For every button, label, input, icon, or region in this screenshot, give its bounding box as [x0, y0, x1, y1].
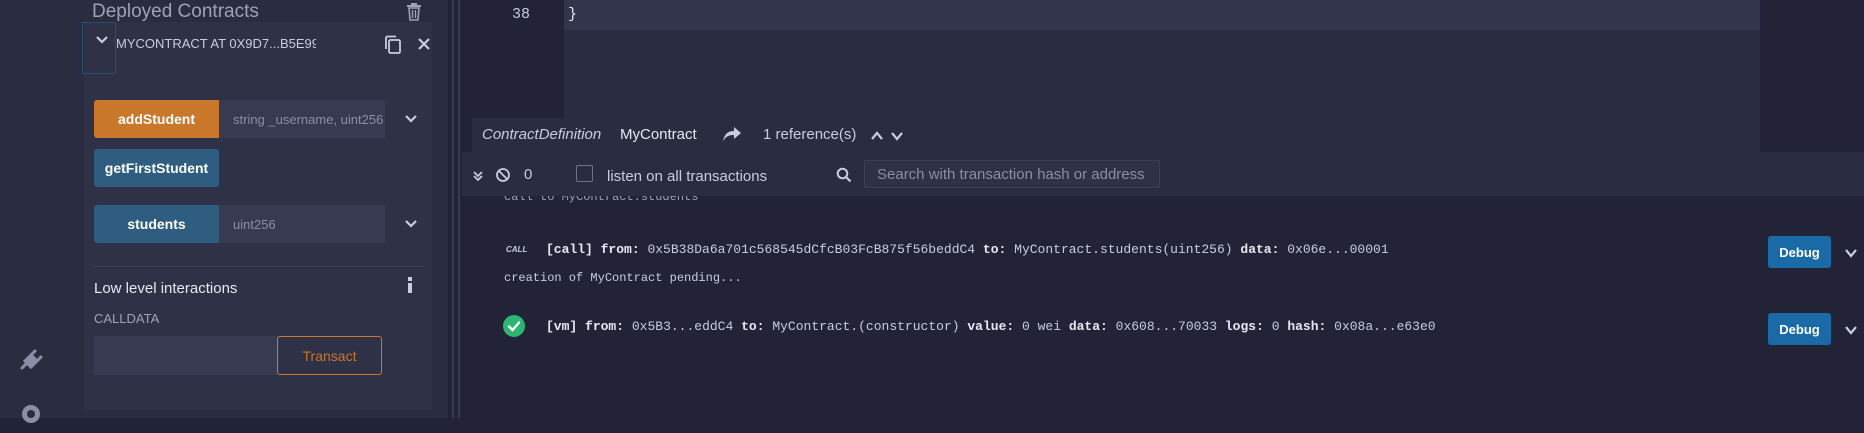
vm-value: 0 wei — [1021, 319, 1061, 334]
breadcrumb-name: MyContract — [620, 126, 697, 143]
call-from-label: from: — [600, 242, 640, 257]
settings-gear-icon[interactable] — [17, 400, 45, 428]
transaction-search-input[interactable]: Search with transaction hash or address — [864, 160, 1160, 188]
code-line-text: } — [568, 6, 578, 23]
expand-add-student-chevron-icon[interactable] — [404, 112, 418, 126]
vm-log-entry[interactable]: [vm] from: 0x5B3...eddC4 to: MyContract.… — [546, 319, 1436, 334]
calldata-input[interactable] — [94, 336, 279, 375]
divider — [94, 266, 424, 267]
creation-pending-text: creation of MyContract pending... — [504, 271, 742, 285]
terminal-panel: 0 listen on all transactions Search with… — [462, 152, 1864, 418]
vm-from-label: from: — [585, 319, 625, 334]
get-first-student-button[interactable]: getFirstStudent — [94, 149, 219, 187]
call-expand-chevron-icon[interactable] — [1844, 246, 1858, 258]
contract-instance-card: MYCONTRACT AT 0X9D7...B5E99 (ME addStude… — [82, 22, 432, 410]
call-log-entry[interactable]: [call] from: 0x5B38Da6a701c568545dCfcB03… — [546, 242, 1389, 257]
students-button[interactable]: students — [94, 205, 219, 243]
vm-logs-label: logs: — [1224, 319, 1264, 334]
previous-reference-chevron-up-icon[interactable] — [870, 129, 884, 141]
line-number: 38 — [512, 6, 531, 23]
vm-kind: [vm] — [546, 319, 578, 334]
collapse-instance-chevron-icon[interactable] — [94, 32, 110, 48]
success-check-icon — [503, 315, 525, 337]
call-from-address: 0x5B38Da6a701c568545dCfcB03FcB875f56bedd… — [647, 242, 976, 257]
call-data-value: 0x06e...00001 — [1287, 242, 1389, 257]
vm-hash-value: 0x08a...e63e0 — [1334, 319, 1436, 334]
add-student-button[interactable]: addStudent — [94, 100, 219, 138]
vm-from-address: 0x5B3...eddC4 — [631, 319, 734, 334]
vm-expand-chevron-icon[interactable] — [1844, 323, 1858, 335]
listen-all-label: listen on all transactions — [607, 168, 768, 185]
clear-console-ban-icon[interactable] — [495, 167, 511, 183]
copy-address-icon[interactable] — [384, 35, 402, 55]
deploy-run-panel: Deployed Contracts MYCONTRACT AT 0X9D7..… — [62, 0, 448, 418]
call-data-label: data: — [1240, 242, 1280, 257]
pending-transactions-count: 0 — [524, 166, 533, 183]
call-tag: CALL — [506, 245, 528, 254]
info-icon[interactable] — [404, 276, 416, 294]
vm-to-target: MyContract.(constructor) — [772, 319, 960, 334]
references-count[interactable]: 1 reference(s) — [763, 126, 856, 143]
call-debug-button[interactable]: Debug — [1768, 236, 1831, 268]
vm-debug-button[interactable]: Debug — [1768, 313, 1831, 345]
expand-students-chevron-icon[interactable] — [404, 217, 418, 231]
vm-logs-value: 0 — [1271, 319, 1280, 334]
call-to-target: MyContract.students(uint256) — [1014, 242, 1233, 257]
clipped-log-line: call to MyContract.students — [504, 196, 699, 204]
reference-bar — [472, 118, 1394, 152]
transact-button[interactable]: Transact — [277, 336, 382, 375]
calldata-label: CALLDATA — [94, 311, 160, 326]
call-to-label: to: — [982, 242, 1007, 257]
next-reference-chevron-down-icon[interactable] — [890, 129, 904, 141]
students-params-input[interactable]: uint256 — [219, 205, 385, 243]
add-student-params-input[interactable]: string _username, uint256 — [219, 100, 385, 138]
vm-hash-label: hash: — [1287, 319, 1327, 334]
breadcrumb-kind: ContractDefinition — [482, 126, 602, 143]
contract-instance-label: MYCONTRACT AT 0X9D7...B5E99 (ME — [116, 36, 316, 51]
vm-data-value: 0x608...70033 — [1115, 319, 1218, 334]
code-editor: 38 } ContractDefinition MyContract 1 ref… — [462, 0, 1864, 152]
terminal-log: call to MyContract.students CALL [call] … — [462, 196, 1864, 418]
editor-current-line — [564, 0, 1760, 30]
clear-instances-trash-icon[interactable] — [406, 3, 422, 21]
go-to-definition-share-icon[interactable] — [722, 126, 742, 144]
collapse-terminal-icon[interactable] — [472, 169, 484, 182]
vm-value-label: value: — [967, 319, 1015, 334]
plugin-manager-icon[interactable] — [16, 344, 46, 374]
remove-instance-close-icon[interactable] — [417, 37, 431, 51]
vm-data-label: data: — [1068, 319, 1108, 334]
listen-all-checkbox[interactable] — [576, 165, 593, 182]
icon-rail — [0, 0, 62, 423]
search-icon — [836, 167, 852, 183]
panel-splitter[interactable] — [448, 0, 462, 418]
vm-to-label: to: — [741, 319, 765, 334]
low-level-interactions-title: Low level interactions — [94, 280, 238, 297]
call-kind: [call] — [546, 242, 593, 257]
